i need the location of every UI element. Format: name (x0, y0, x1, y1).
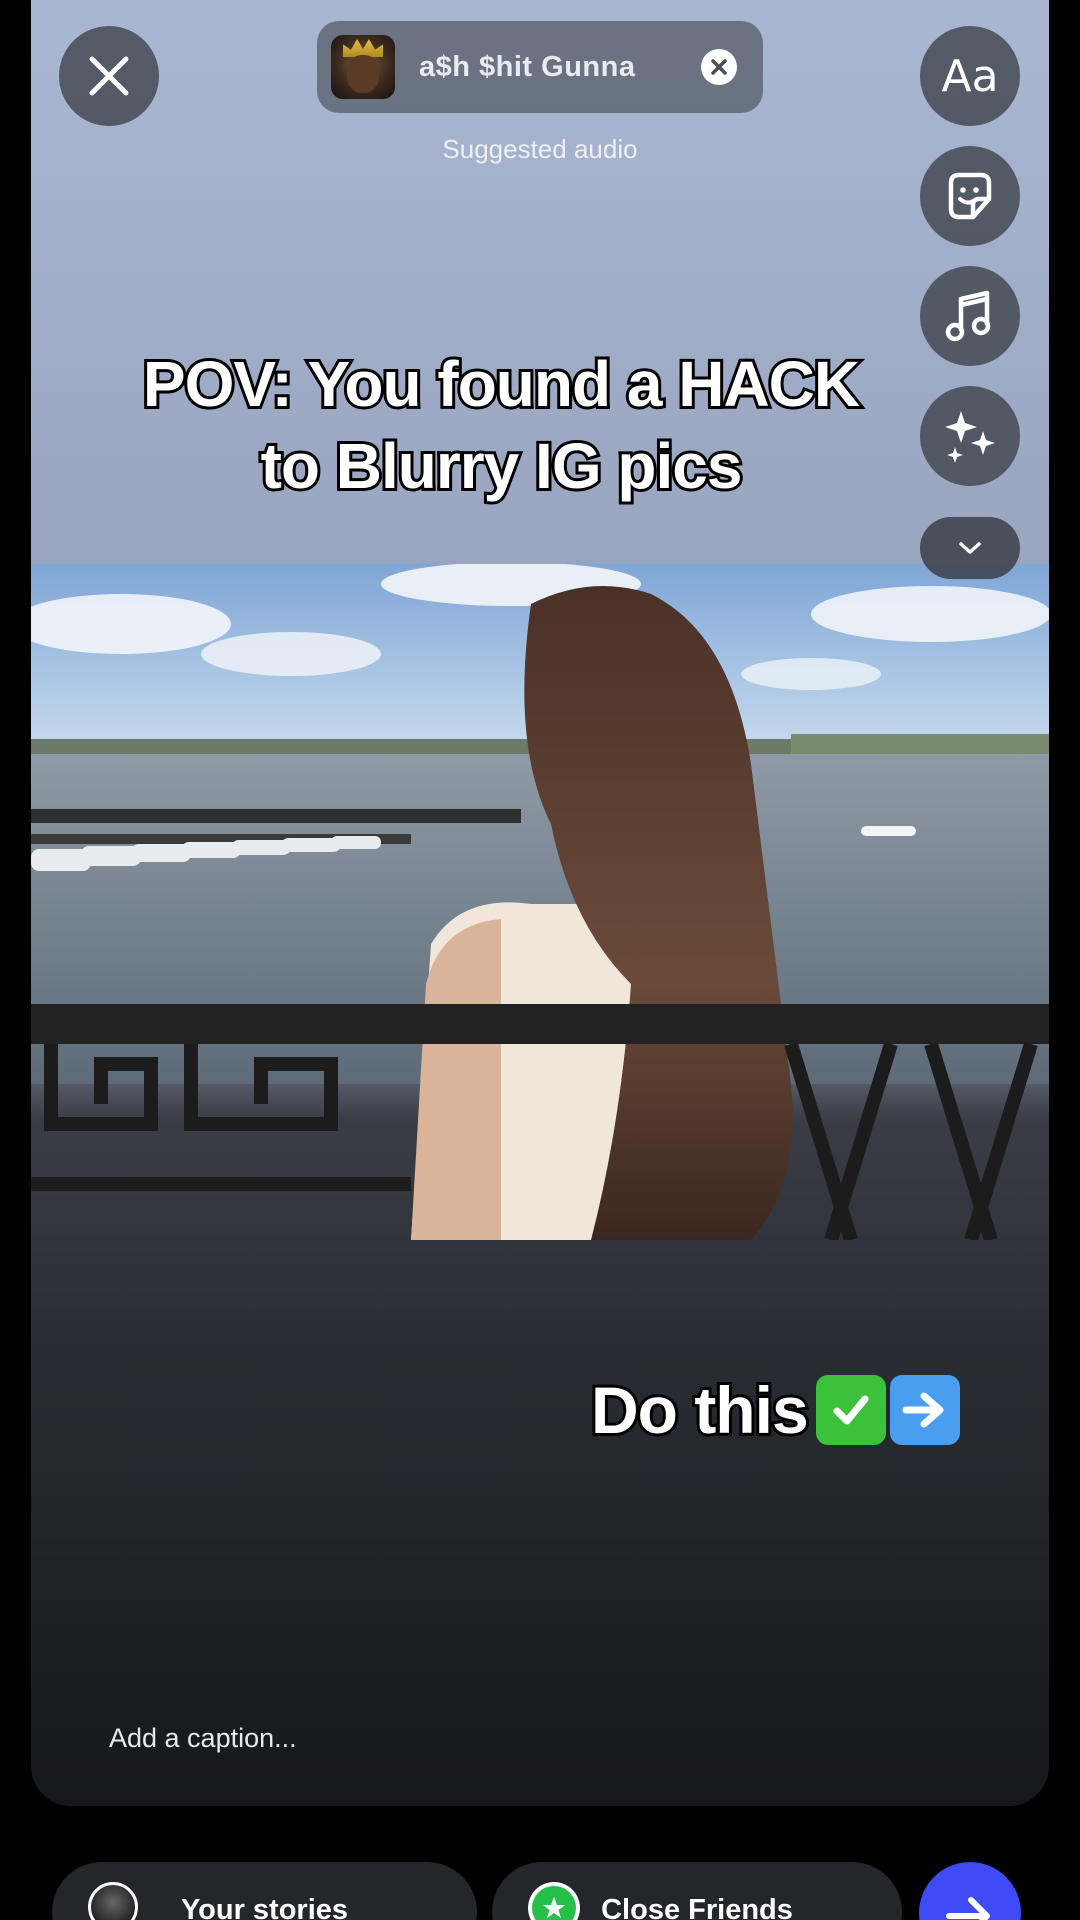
collapse-tools-button[interactable] (920, 517, 1020, 579)
audio-artwork (331, 35, 395, 99)
music-note-icon (945, 290, 991, 342)
arrow-right-icon (946, 1897, 990, 1920)
text-tool-label: Aa (941, 50, 999, 102)
close-icon (89, 56, 129, 96)
close-button[interactable] (59, 26, 159, 126)
text-tool-button[interactable]: Aa (920, 26, 1020, 126)
audio-track-title: a$h $hit Gunna (419, 50, 636, 83)
chevron-down-icon (959, 542, 981, 554)
remove-audio-button[interactable] (701, 49, 737, 85)
pov-line-1: POV: You found a HACK (140, 345, 863, 423)
pov-text-overlay[interactable]: POV: You found a HACK to Blurry IG pics (91, 343, 911, 507)
sparkles-icon (945, 411, 995, 463)
check-mark-emoji (815, 1375, 886, 1445)
sticker-button[interactable] (920, 146, 1020, 246)
close-friends-label: Close Friends (601, 1894, 793, 1920)
do-this-label: Do this (588, 1370, 812, 1450)
effects-button[interactable] (920, 386, 1020, 486)
right-arrow-emoji (889, 1375, 960, 1445)
share-next-button[interactable] (919, 1862, 1021, 1920)
sticker-icon (948, 172, 992, 220)
music-button[interactable] (920, 266, 1020, 366)
share-close-friends-button[interactable]: Close Friends (492, 1862, 902, 1920)
your-stories-label: Your stories (180, 1894, 349, 1920)
do-this-text-overlay[interactable]: Do this (588, 1370, 960, 1450)
suggested-audio-label: Suggested audio (442, 134, 638, 164)
suggested-audio-pill[interactable]: a$h $hit Gunna (317, 21, 763, 113)
pov-line-2: to Blurry IG pics (258, 427, 746, 505)
close-icon (711, 59, 727, 75)
story-canvas[interactable]: POV: You found a HACK to Blurry IG pics … (31, 0, 1049, 1806)
share-your-stories-button[interactable]: Your stories (52, 1862, 477, 1920)
story-editor-screen: POV: You found a HACK to Blurry IG pics … (0, 0, 1080, 1920)
story-photo[interactable] (31, 564, 1049, 1240)
caption-input[interactable]: Add a caption... (109, 1723, 297, 1754)
